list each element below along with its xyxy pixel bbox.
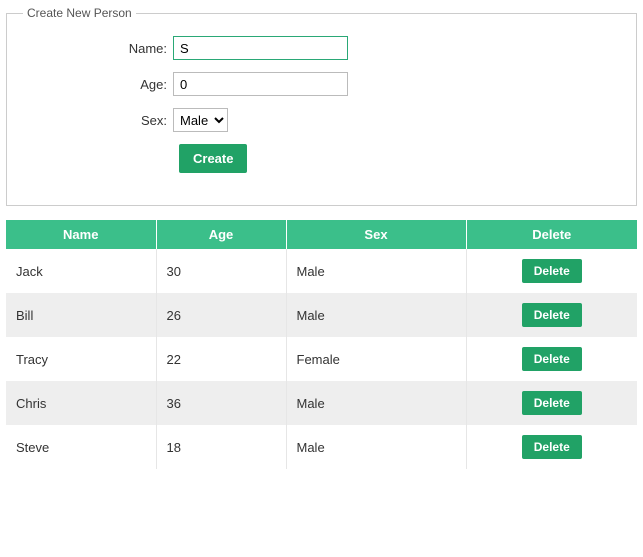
- cell-name: Jack: [6, 249, 156, 293]
- row-sex: Sex: Male: [23, 108, 620, 132]
- cell-age: 36: [156, 381, 286, 425]
- delete-button[interactable]: Delete: [522, 303, 582, 327]
- table-row: Tracy22Female Delete: [6, 337, 637, 381]
- th-name: Name: [6, 220, 156, 249]
- fieldset-legend: Create New Person: [23, 6, 136, 20]
- cell-delete: Delete: [466, 337, 637, 381]
- cell-sex: Female: [286, 337, 466, 381]
- cell-age: 30: [156, 249, 286, 293]
- table-row: Chris36Male Delete: [6, 381, 637, 425]
- people-table: Name Age Sex Delete Jack30MaleDeleteBill…: [6, 220, 637, 469]
- th-sex: Sex: [286, 220, 466, 249]
- cell-delete: Delete: [466, 381, 637, 425]
- cell-name: Tracy: [6, 337, 156, 381]
- row-name: Name:: [23, 36, 620, 60]
- cell-delete: Delete: [466, 249, 637, 293]
- cell-sex: Male: [286, 249, 466, 293]
- table-row: Jack30Male Delete: [6, 249, 637, 293]
- delete-button[interactable]: Delete: [522, 435, 582, 459]
- cell-age: 26: [156, 293, 286, 337]
- create-button[interactable]: Create: [179, 144, 247, 173]
- th-delete: Delete: [466, 220, 637, 249]
- cell-name: Bill: [6, 293, 156, 337]
- cell-delete: Delete: [466, 293, 637, 337]
- sex-select[interactable]: Male: [173, 108, 228, 132]
- sex-label: Sex:: [23, 113, 173, 128]
- delete-button[interactable]: Delete: [522, 259, 582, 283]
- cell-sex: Male: [286, 425, 466, 469]
- name-label: Name:: [23, 41, 173, 56]
- create-person-fieldset: Create New Person Name: Age: Sex: Male C…: [6, 6, 637, 206]
- cell-sex: Male: [286, 293, 466, 337]
- cell-age: 18: [156, 425, 286, 469]
- table-row: Bill26Male Delete: [6, 293, 637, 337]
- row-age: Age:: [23, 72, 620, 96]
- cell-sex: Male: [286, 381, 466, 425]
- delete-button[interactable]: Delete: [522, 391, 582, 415]
- age-input[interactable]: [173, 72, 348, 96]
- name-input[interactable]: [173, 36, 348, 60]
- row-submit: Create: [179, 144, 620, 173]
- age-label: Age:: [23, 77, 173, 92]
- th-age: Age: [156, 220, 286, 249]
- cell-name: Chris: [6, 381, 156, 425]
- cell-delete: Delete: [466, 425, 637, 469]
- table-row: Steve18Male Delete: [6, 425, 637, 469]
- cell-name: Steve: [6, 425, 156, 469]
- cell-age: 22: [156, 337, 286, 381]
- delete-button[interactable]: Delete: [522, 347, 582, 371]
